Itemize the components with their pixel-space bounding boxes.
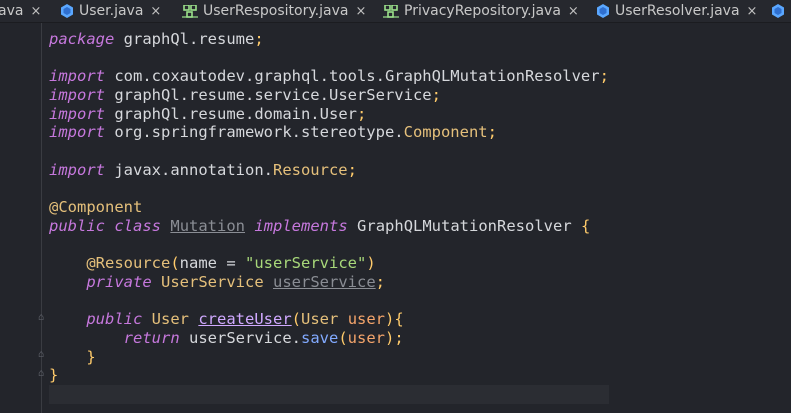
code-line: import org.springframework.stereotype.Co… bbox=[49, 123, 497, 142]
fold-marker-icon[interactable]: ⌂ bbox=[36, 350, 46, 360]
class-icon bbox=[596, 4, 610, 18]
code-line: private UserService userService; bbox=[86, 272, 385, 291]
tab-label: ava bbox=[0, 3, 24, 19]
tab-userrespository-java[interactable]: UserRespository.java × bbox=[182, 0, 383, 22]
tab-label: User.java bbox=[79, 3, 144, 19]
close-icon[interactable]: × bbox=[355, 4, 366, 19]
code-line: } bbox=[86, 347, 96, 366]
code-line: import javax.annotation.Resource; bbox=[49, 160, 357, 179]
tab-user-java[interactable]: User.java × bbox=[60, 0, 182, 22]
code-line: @Component bbox=[49, 198, 143, 217]
code-line: } bbox=[49, 366, 59, 385]
tab-label: PrivacyRepository.java bbox=[404, 3, 561, 19]
fold-marker-icon[interactable]: ⌂ bbox=[36, 313, 46, 323]
code-line: import graphQl.resume.service.UserServic… bbox=[49, 86, 441, 105]
code-line: import com.coxautodev.graphql.tools.Grap… bbox=[49, 67, 609, 86]
code-editor[interactable]: ⌂ ⌂ ⌂ package graphQl.resume; import com… bbox=[0, 23, 791, 413]
code-line: return userService.save(user); bbox=[123, 329, 404, 347]
code-line-current bbox=[49, 385, 609, 404]
class-icon bbox=[771, 4, 785, 18]
close-icon[interactable]: × bbox=[150, 4, 161, 19]
tab-label: UserRespository.java bbox=[203, 3, 349, 19]
code-area[interactable]: package graphQl.resume; import com.coxau… bbox=[49, 30, 609, 404]
close-icon[interactable]: × bbox=[568, 4, 579, 19]
interface-icon bbox=[182, 4, 198, 18]
interface-icon bbox=[383, 4, 399, 18]
code-line: import graphQl.resume.domain.User; bbox=[49, 104, 367, 123]
fold-marker-icon[interactable]: ⌂ bbox=[36, 369, 46, 379]
code-line: package graphQl.resume; bbox=[49, 30, 264, 48]
tab-userresolver-java[interactable]: UserResolver.java × bbox=[596, 0, 771, 22]
tab-privacyrepository-java[interactable]: PrivacyRepository.java × bbox=[383, 0, 596, 22]
class-icon bbox=[60, 4, 74, 18]
tab-label: UserResolver.java bbox=[615, 3, 740, 19]
close-icon[interactable]: × bbox=[30, 4, 41, 19]
tab-overflow[interactable] bbox=[771, 0, 789, 22]
code-line: public class Mutation implements GraphQL… bbox=[49, 216, 591, 235]
close-icon[interactable]: × bbox=[747, 4, 758, 19]
code-line: @Resource(name = "userService") bbox=[86, 254, 376, 273]
tab-partial-java[interactable]: ava × bbox=[0, 0, 60, 22]
code-line: public User createUser(User user){ bbox=[86, 310, 404, 329]
editor-tab-bar: ava × User.java × UserRespository.java ×… bbox=[0, 0, 791, 23]
